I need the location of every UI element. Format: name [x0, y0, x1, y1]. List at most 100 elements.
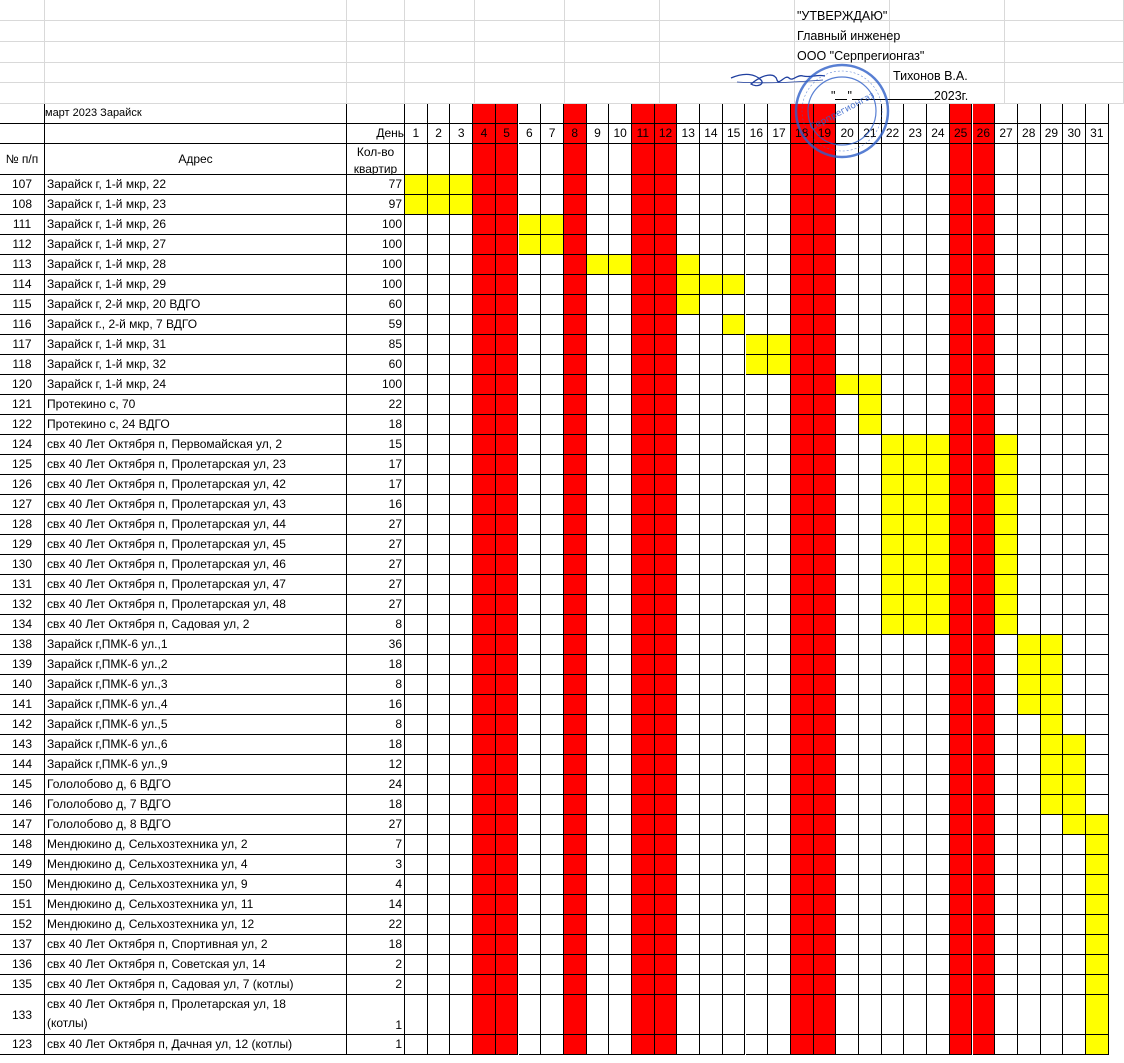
weekend-cell — [654, 895, 678, 915]
weekend-cell — [813, 495, 837, 515]
day-cell — [881, 415, 905, 435]
day-cell — [1017, 735, 1041, 755]
day-cell — [541, 595, 564, 615]
day-cell — [722, 775, 746, 795]
weekend-cell — [654, 315, 678, 335]
scheduled-cell — [881, 435, 905, 455]
day-cell — [518, 635, 542, 655]
day-cell — [541, 535, 564, 555]
day-cell — [836, 255, 859, 275]
day-col-blank — [700, 144, 723, 175]
day-cell — [450, 675, 474, 695]
scheduled-cell — [1086, 875, 1109, 895]
scheduled-cell — [904, 595, 928, 615]
weekend-cell — [972, 935, 996, 955]
row-address: свх 40 Лет Октября п, Пролетарская ул, 1… — [45, 995, 347, 1035]
day-cell — [745, 655, 769, 675]
row-qty: 100 — [347, 215, 405, 235]
weekend-cell — [654, 695, 678, 715]
day-cell — [995, 415, 1018, 435]
scheduled-cell — [1086, 855, 1109, 875]
day-cell — [904, 395, 928, 415]
day-cell — [927, 995, 950, 1035]
day-col-blank — [518, 144, 542, 175]
weekend-cell — [654, 675, 678, 695]
day-cell — [1063, 175, 1086, 195]
day-cell — [1040, 895, 1064, 915]
day-cell — [1063, 855, 1086, 875]
weekend-cell — [563, 195, 587, 215]
day-cell — [859, 175, 882, 195]
day-cell — [1063, 575, 1086, 595]
day-cell — [995, 955, 1018, 975]
day-cell — [927, 675, 950, 695]
day-cell — [1063, 895, 1086, 915]
day-cell — [1040, 615, 1064, 635]
day-cell — [1040, 475, 1064, 495]
day-cell — [836, 675, 859, 695]
weekend-cell — [473, 455, 496, 475]
day-cell — [405, 855, 428, 875]
scheduled-cell — [1086, 975, 1109, 995]
weekend-cell — [495, 235, 519, 255]
day-cell — [541, 195, 564, 215]
day-cell — [1086, 215, 1109, 235]
weekend-cell — [949, 895, 973, 915]
weekend-cell — [813, 415, 837, 435]
day-cell — [881, 775, 905, 795]
day-cell — [859, 835, 882, 855]
day-cell — [927, 175, 950, 195]
day-col-blank — [473, 144, 496, 175]
weekend-cell — [813, 455, 837, 475]
day-cell — [1040, 915, 1064, 935]
day-cell — [1017, 915, 1041, 935]
day-cell — [427, 295, 451, 315]
day-cell — [836, 855, 859, 875]
weekend-cell — [790, 715, 814, 735]
weekend-cell — [972, 655, 996, 675]
day-col-blank — [563, 104, 587, 124]
day-cell — [677, 235, 701, 255]
day-cell — [995, 195, 1018, 215]
day-cell — [1063, 295, 1086, 315]
day-cell — [700, 415, 723, 435]
day-cell — [609, 895, 632, 915]
day-cell — [541, 455, 564, 475]
day-cell — [450, 415, 474, 435]
row-qty: 8 — [347, 675, 405, 695]
day-cell — [586, 955, 610, 975]
day-cell — [427, 235, 451, 255]
weekend-cell — [473, 855, 496, 875]
day-cell — [904, 915, 928, 935]
day-cell — [541, 935, 564, 955]
weekend-cell — [473, 975, 496, 995]
row-address: свх 40 Лет Октября п, Пролетарская ул, 4… — [45, 495, 347, 515]
day-cell — [586, 1035, 610, 1055]
weekend-cell — [813, 255, 837, 275]
day-col-blank — [722, 104, 746, 124]
day-cell — [1063, 595, 1086, 615]
day-cell — [450, 895, 474, 915]
day-cell — [541, 835, 564, 855]
day-cell — [450, 355, 474, 375]
scheduled-cell — [518, 235, 542, 255]
empty-cell — [0, 20, 45, 42]
day-cell — [722, 815, 746, 835]
row-number: 144 — [0, 755, 45, 775]
day-cell — [904, 795, 928, 815]
day-cell — [609, 475, 632, 495]
day-cell — [904, 855, 928, 875]
row-address: Зарайск г, 1-й мкр, 23 — [45, 195, 347, 215]
day-cell — [1040, 815, 1064, 835]
day-cell — [450, 655, 474, 675]
day-cell — [768, 935, 791, 955]
weekend-cell — [790, 235, 814, 255]
day-cell — [836, 215, 859, 235]
empty-cell — [0, 124, 45, 144]
day-cell — [859, 535, 882, 555]
day-cell — [1040, 335, 1064, 355]
day-cell — [904, 995, 928, 1035]
day-cell — [541, 435, 564, 455]
day-cell — [1086, 415, 1109, 435]
weekend-cell — [495, 415, 519, 435]
